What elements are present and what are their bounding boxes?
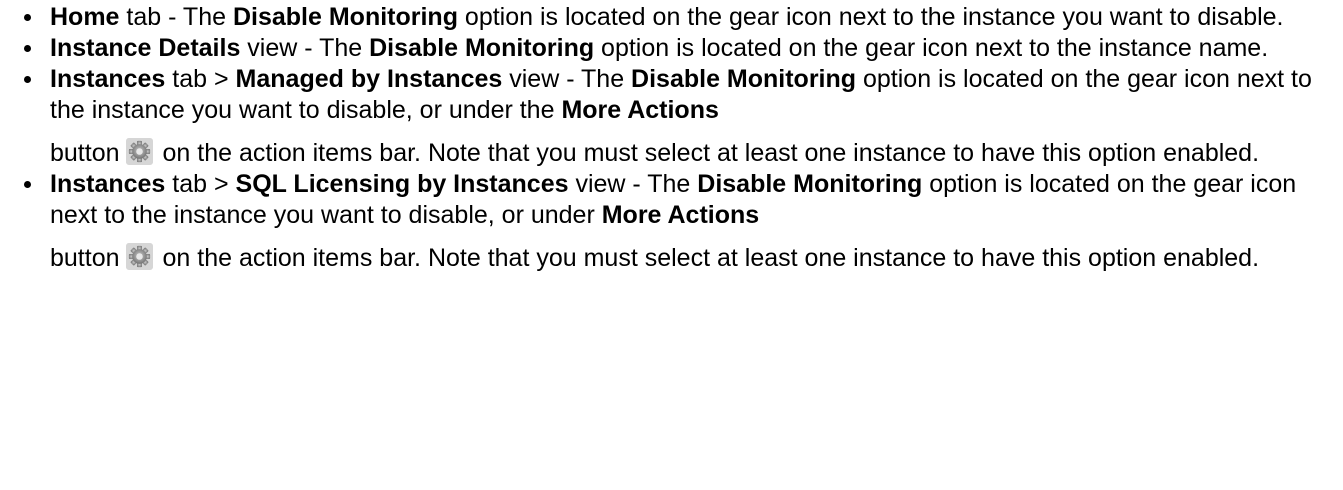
instructions-list: Home tab - The Disable Monitoring option…: [0, 0, 1343, 274]
view-name: Managed by Instances: [235, 65, 503, 93]
gear-icon: [125, 138, 153, 165]
view-name: Instance Details: [50, 34, 241, 62]
gear-icon: [125, 243, 153, 270]
button-name: More Actions: [561, 96, 719, 124]
item-text: option is located on the gear icon next …: [457, 3, 1284, 31]
option-name: Disable Monitoring: [369, 34, 595, 62]
line-wrapper: button on the action items bar. Note tha…: [50, 138, 1259, 169]
item-text: on the action items bar. Note that you m…: [162, 139, 1260, 167]
tab-name: Instances: [50, 170, 166, 198]
item-text: tab >: [165, 65, 236, 93]
bullet: [24, 14, 31, 21]
item-text: option is located on the gear icon next …: [594, 34, 1269, 62]
item-text: on the action items bar. Note that you m…: [162, 244, 1260, 272]
tab-name: Home: [50, 3, 120, 31]
item-text: button: [50, 244, 120, 272]
option-name: Disable Monitoring: [697, 170, 923, 198]
view-name: SQL Licensing by Instances: [235, 170, 569, 198]
list-item: Instances tab > SQL Licensing by Instanc…: [0, 169, 1343, 274]
item-text: view - The: [240, 34, 370, 62]
bullet: [24, 181, 31, 188]
list-item: Instance Details view - The Disable Moni…: [0, 33, 1343, 64]
line-wrapper: button on the action items bar. Note tha…: [50, 243, 1259, 274]
option-name: Disable Monitoring: [232, 3, 458, 31]
option-name: Disable Monitoring: [631, 65, 857, 93]
item-text: tab >: [165, 170, 236, 198]
list-item: Instances tab > Managed by Instances vie…: [0, 64, 1343, 169]
item-text: button: [50, 139, 120, 167]
tab-name: Instances: [50, 65, 166, 93]
item-text: tab - The: [119, 3, 233, 31]
button-name: More Actions: [601, 201, 760, 229]
bullet: [24, 76, 31, 83]
list-item: Home tab - The Disable Monitoring option…: [0, 2, 1343, 33]
bullet: [24, 45, 31, 52]
item-text: view - The: [568, 170, 698, 198]
item-text: view - The: [502, 65, 632, 93]
